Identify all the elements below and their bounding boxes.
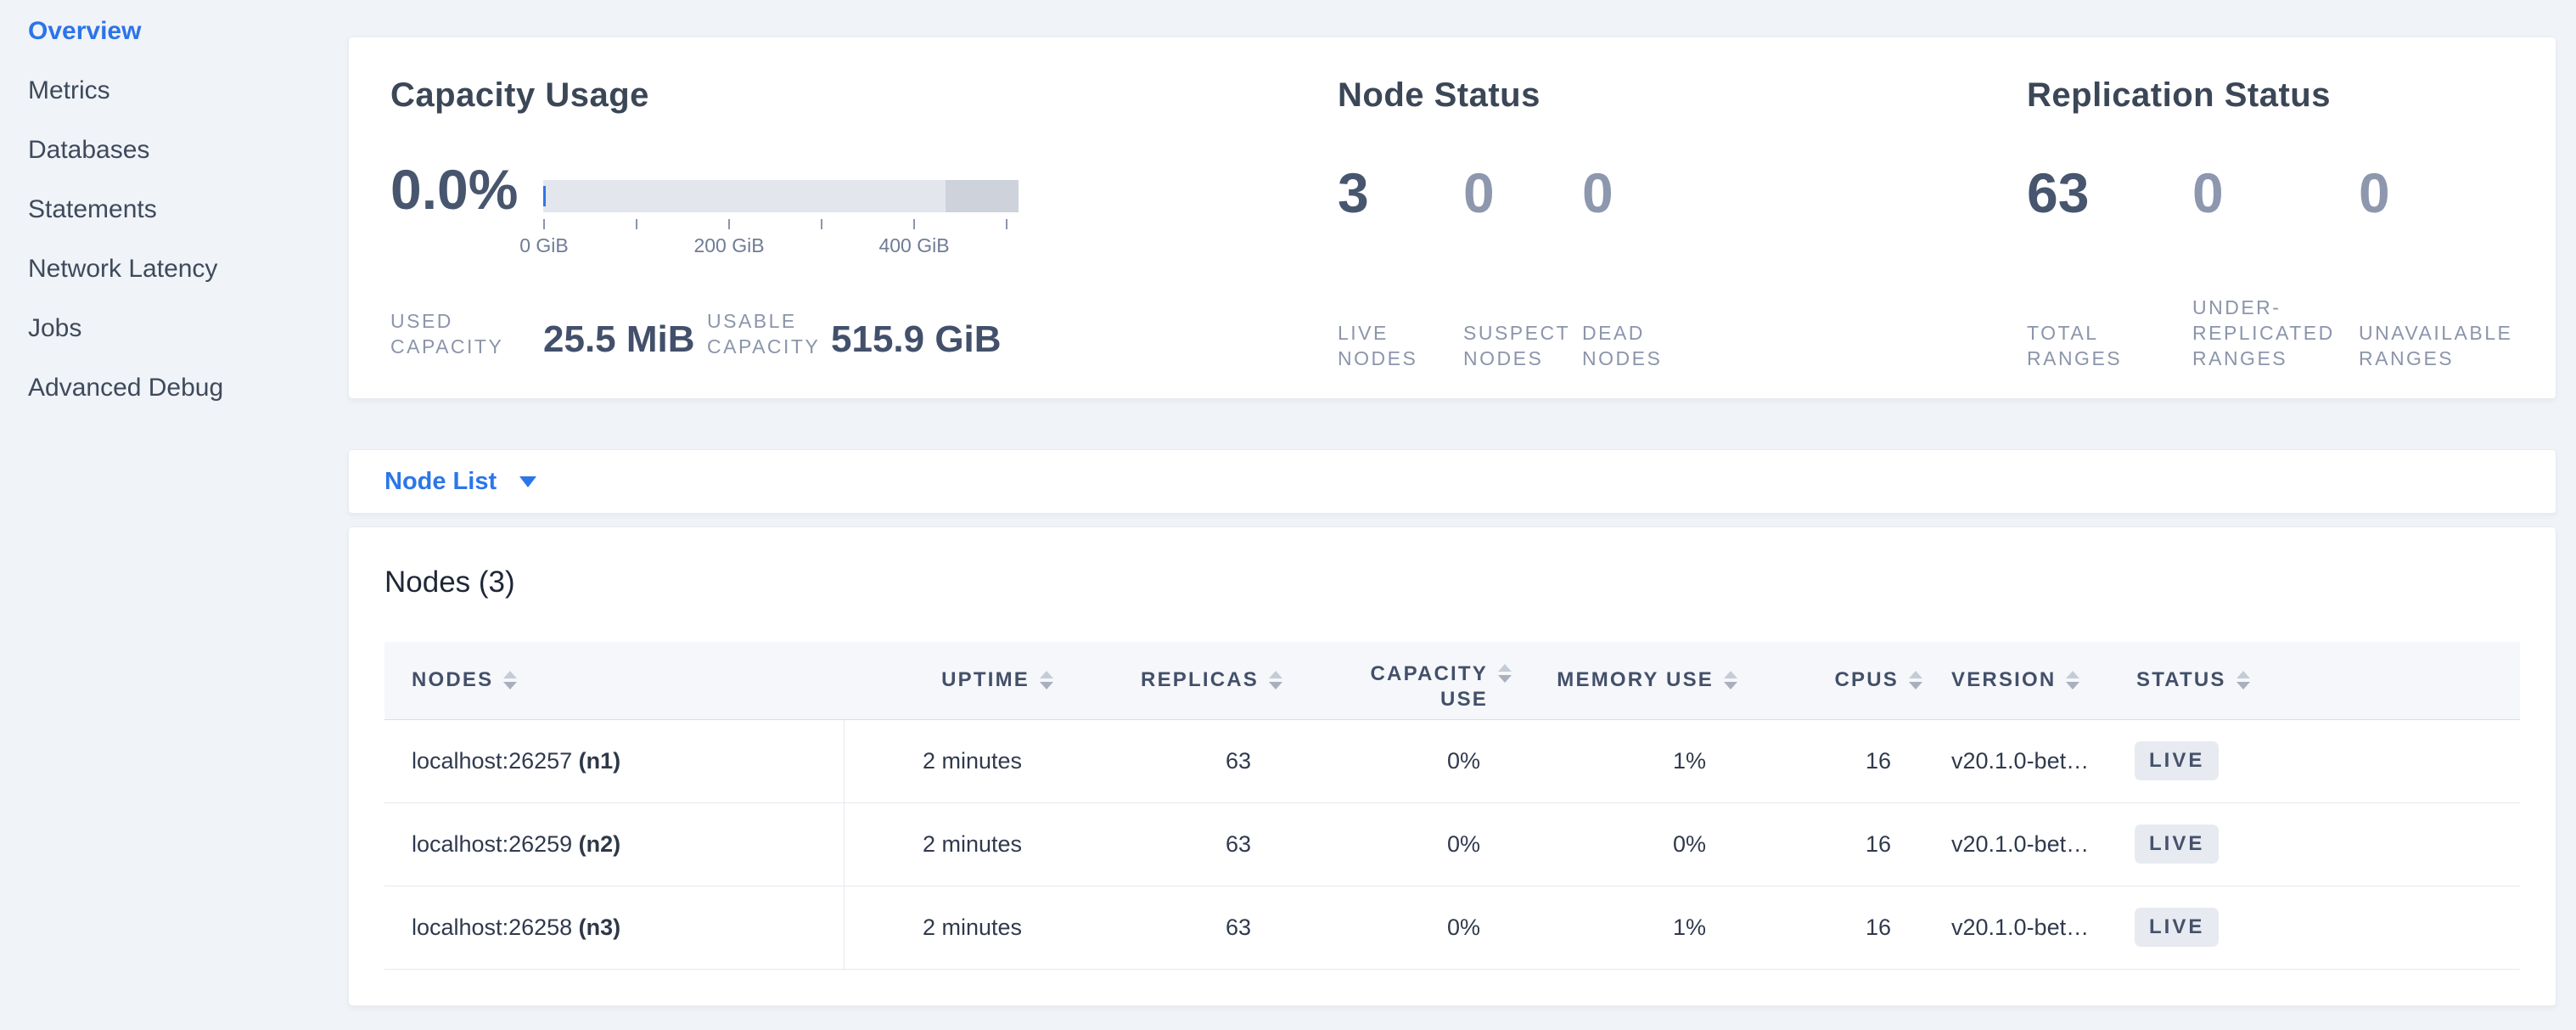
- col-header-memory-use[interactable]: MEMORY USE: [1512, 642, 1737, 719]
- sidebar-item-metrics[interactable]: Metrics: [0, 61, 348, 121]
- capacity-summary-stats: USED CAPACITY 25.5 MiB USABLE CAPACITY 5…: [390, 308, 1002, 359]
- node-list-dropdown[interactable]: Node List: [384, 468, 497, 496]
- uptime-cell: 2 minutes: [844, 719, 1053, 802]
- sort-icon[interactable]: [2236, 671, 2250, 689]
- status-cell: LIVE: [2114, 802, 2520, 886]
- status-badge: LIVE: [2135, 741, 2219, 780]
- capacity-use-cell: 0%: [1282, 719, 1512, 802]
- col-header-nodes[interactable]: NODES: [384, 642, 844, 719]
- unavailable-ranges-label: UNAVAILABLE RANGES: [2359, 320, 2512, 371]
- sort-icon[interactable]: [1909, 671, 1922, 689]
- capacity-gauge-track: [543, 180, 1019, 212]
- node-row[interactable]: localhost:26259 (n2) 2 minutes 63 0% 0% …: [384, 802, 2520, 886]
- status-badge: LIVE: [2135, 908, 2219, 947]
- nodes-card: Nodes (3) NODES UPTIME: [348, 526, 2556, 1006]
- version-cell: v20.1.0-bet…: [1922, 802, 2114, 886]
- live-nodes-label: LIVE NODES: [1338, 320, 1417, 371]
- node-status-title: Node Status: [1338, 76, 1541, 115]
- main-content: Capacity Usage 0.0% 0 GiB 200 GiB 400 Gi…: [348, 0, 2576, 1030]
- col-header-uptime[interactable]: UPTIME: [844, 642, 1053, 719]
- nodes-table: NODES UPTIME REPLICAS: [384, 642, 2520, 970]
- node-row[interactable]: localhost:26258 (n3) 2 minutes 63 0% 1% …: [384, 886, 2520, 969]
- memory-use-cell: 1%: [1512, 886, 1737, 969]
- capacity-usage-section: Capacity Usage 0.0% 0 GiB 200 GiB 400 Gi…: [390, 37, 1324, 398]
- uptime-cell: 2 minutes: [844, 886, 1053, 969]
- unavailable-ranges-count: 0: [2359, 165, 2390, 221]
- node-name-cell[interactable]: localhost:26257 (n1): [384, 719, 844, 802]
- col-header-status[interactable]: STATUS: [2114, 642, 2520, 719]
- status-badge: LIVE: [2135, 825, 2219, 864]
- capacity-used-bar: [543, 186, 546, 206]
- capacity-usage-title: Capacity Usage: [390, 76, 649, 115]
- sort-icon[interactable]: [1724, 671, 1737, 689]
- view-selector-bar: Node List: [348, 449, 2556, 514]
- cpus-cell: 16: [1737, 886, 1922, 969]
- node-name-cell[interactable]: localhost:26259 (n2): [384, 802, 844, 886]
- node-status-section: Node Status 3 0 0 LIVE NODES SUSPECT NOD…: [1338, 37, 2000, 398]
- under-replicated-ranges-label: UNDER- REPLICATED RANGES: [2192, 295, 2335, 371]
- dead-nodes-label: DEAD NODES: [1582, 320, 1662, 371]
- cpus-cell: 16: [1737, 802, 1922, 886]
- uptime-cell: 2 minutes: [844, 802, 1053, 886]
- sidebar-item-jobs[interactable]: Jobs: [0, 299, 348, 358]
- usable-capacity-value: 515.9 GiB: [831, 320, 1002, 359]
- total-ranges-label: TOTAL RANGES: [2027, 320, 2122, 371]
- axis-label: 400 GiB: [878, 234, 949, 257]
- col-header-capacity-use[interactable]: CAPACITY USE: [1282, 642, 1512, 719]
- live-nodes-count: 3: [1338, 165, 1369, 221]
- sort-icon[interactable]: [2066, 671, 2079, 689]
- nodes-heading: Nodes (3): [384, 565, 2520, 600]
- memory-use-cell: 1%: [1512, 719, 1737, 802]
- sort-icon[interactable]: [503, 671, 517, 689]
- node-name-cell[interactable]: localhost:26258 (n3): [384, 886, 844, 969]
- memory-use-cell: 0%: [1512, 802, 1737, 886]
- replication-status-title: Replication Status: [2027, 76, 2331, 115]
- sidebar-item-advanced-debug[interactable]: Advanced Debug: [0, 358, 348, 418]
- axis-label: 0 GiB: [519, 234, 569, 257]
- suspect-nodes-label: SUSPECT NODES: [1463, 320, 1570, 371]
- cpus-cell: 16: [1737, 719, 1922, 802]
- dead-nodes-count: 0: [1582, 165, 1614, 221]
- replicas-cell: 63: [1053, 886, 1282, 969]
- sidebar-item-databases[interactable]: Databases: [0, 121, 348, 180]
- under-replicated-ranges-count: 0: [2192, 165, 2224, 221]
- capacity-use-cell: 0%: [1282, 886, 1512, 969]
- used-capacity-value: 25.5 MiB: [543, 320, 707, 359]
- status-cell: LIVE: [2114, 886, 2520, 969]
- total-ranges-count: 63: [2027, 165, 2089, 221]
- sidebar: Overview Metrics Databases Statements Ne…: [0, 0, 348, 1030]
- node-row[interactable]: localhost:26257 (n1) 2 minutes 63 0% 1% …: [384, 719, 2520, 802]
- sort-icon[interactable]: [1040, 671, 1053, 689]
- used-capacity-label: USED CAPACITY: [390, 308, 543, 359]
- sort-icon[interactable]: [1498, 664, 1512, 683]
- sort-icon[interactable]: [1269, 671, 1282, 689]
- replicas-cell: 63: [1053, 719, 1282, 802]
- capacity-gauge: 0 GiB 200 GiB 400 GiB: [543, 180, 1019, 260]
- sidebar-item-statements[interactable]: Statements: [0, 180, 348, 239]
- col-header-version[interactable]: VERSION: [1922, 642, 2114, 719]
- version-cell: v20.1.0-bet…: [1922, 719, 2114, 802]
- table-header-row: NODES UPTIME REPLICAS: [384, 642, 2520, 719]
- version-cell: v20.1.0-bet…: [1922, 886, 2114, 969]
- replicas-cell: 63: [1053, 802, 1282, 886]
- replication-status-section: Replication Status 63 0 0 TOTAL RANGES U…: [2027, 37, 2553, 398]
- status-cell: LIVE: [2114, 719, 2520, 802]
- col-header-replicas[interactable]: REPLICAS: [1053, 642, 1282, 719]
- axis-label: 200 GiB: [693, 234, 764, 257]
- capacity-used-percent: 0.0%: [390, 161, 518, 217]
- capacity-use-cell: 0%: [1282, 802, 1512, 886]
- col-header-cpus[interactable]: CPUS: [1737, 642, 1922, 719]
- usable-capacity-label: USABLE CAPACITY: [707, 308, 831, 359]
- chevron-down-icon[interactable]: [519, 476, 536, 487]
- cluster-summary-card: Capacity Usage 0.0% 0 GiB 200 GiB 400 Gi…: [348, 37, 2556, 399]
- suspect-nodes-count: 0: [1463, 165, 1495, 221]
- sidebar-item-network-latency[interactable]: Network Latency: [0, 239, 348, 299]
- sidebar-item-overview[interactable]: Overview: [0, 2, 348, 61]
- capacity-axis-labels: 0 GiB 200 GiB 400 GiB: [543, 234, 1019, 260]
- capacity-axis-ticks: [543, 219, 1019, 229]
- capacity-other-usage-bar: [946, 180, 1019, 212]
